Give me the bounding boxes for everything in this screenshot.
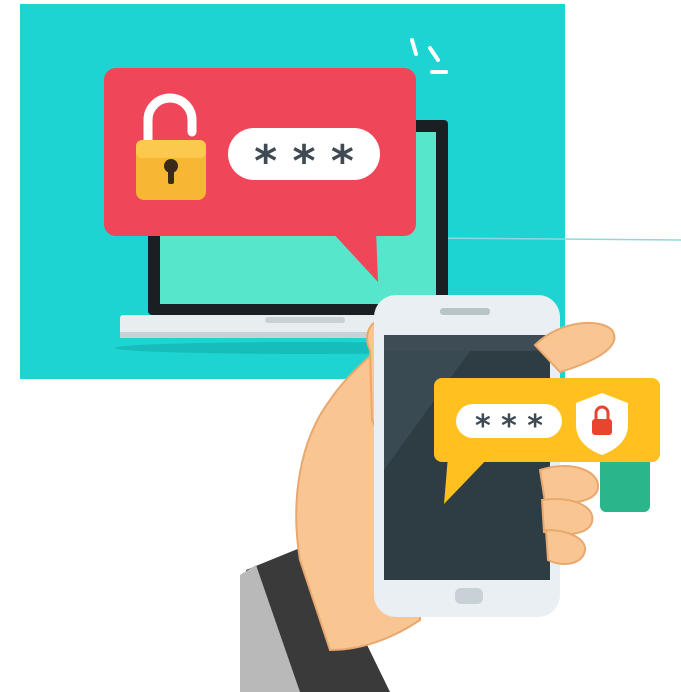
phone-password-mask: * * * xyxy=(475,409,543,444)
two-factor-authentication-illustration: * * * * * * xyxy=(20,4,681,692)
laptop-password-mask: * * * xyxy=(254,136,354,187)
